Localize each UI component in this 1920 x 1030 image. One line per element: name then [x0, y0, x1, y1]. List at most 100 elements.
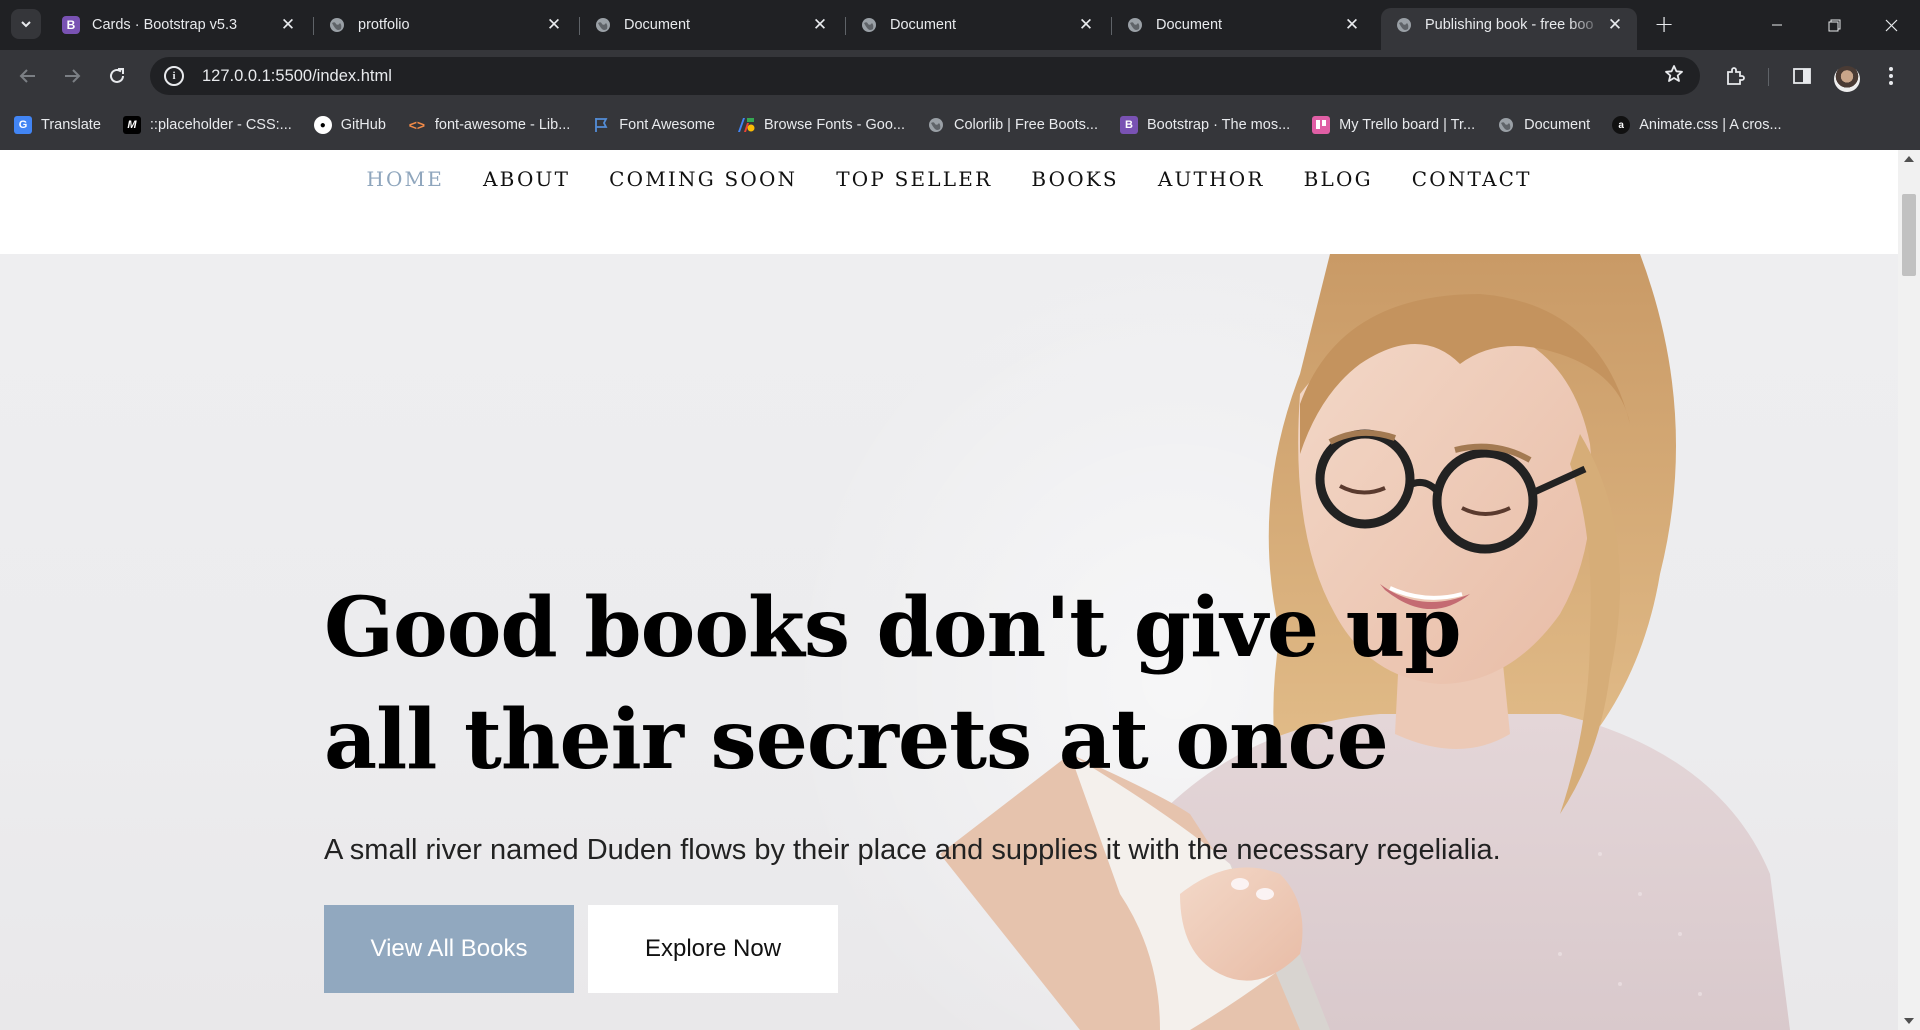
globe-icon: [594, 16, 612, 34]
url-text[interactable]: 127.0.0.1:5500/index.html: [202, 67, 392, 86]
globe-icon: [1497, 116, 1515, 134]
bookmark-label: Font Awesome: [619, 117, 715, 133]
scrollbar-thumb[interactable]: [1902, 194, 1916, 276]
bootstrap-icon: B: [1119, 116, 1138, 134]
plus-icon: +: [1653, 10, 1675, 38]
bookmark-item[interactable]: G Translate: [14, 116, 101, 134]
page-viewport: HOME ABOUT COMING SOON TOP SELLER BOOKS …: [0, 150, 1920, 1030]
nav-blog[interactable]: BLOG: [1304, 167, 1373, 197]
nav-contact[interactable]: CONTACT: [1412, 167, 1532, 197]
tab-title: Document: [624, 17, 691, 33]
hero-content: Good books don't give up all their secre…: [324, 572, 1624, 993]
bookmark-label: ::placeholder - CSS:...: [149, 117, 292, 133]
close-icon[interactable]: ✕: [278, 15, 298, 35]
bookmark-item[interactable]: M ::placeholder - CSS:...: [122, 116, 292, 134]
bookmark-item[interactable]: My Trello board | Tr...: [1312, 116, 1475, 134]
nav-author[interactable]: AUTHOR: [1158, 167, 1265, 197]
bookmark-item[interactable]: ● GitHub: [313, 116, 386, 134]
hero-title: Good books don't give up all their secre…: [324, 572, 1624, 796]
close-icon[interactable]: ✕: [1076, 15, 1096, 35]
restore-icon: [1828, 19, 1840, 31]
globe-icon: [1126, 16, 1144, 34]
bookmark-label: Document: [1524, 117, 1591, 133]
tab-search-button[interactable]: [11, 9, 41, 39]
bookmark-label: My Trello board | Tr...: [1339, 117, 1476, 133]
close-window-button[interactable]: [1862, 0, 1920, 50]
bookmark-label: Translate: [41, 117, 101, 133]
bookmark-item[interactable]: Browse Fonts - Goo...: [737, 116, 905, 134]
tab-5-active[interactable]: Publishing book - free boo ✕: [1381, 8, 1637, 50]
bookmark-item[interactable]: <> font-awesome - Lib...: [408, 116, 571, 134]
site-navbar: HOME ABOUT COMING SOON TOP SELLER BOOKS …: [0, 150, 1898, 254]
tab-title: Cards · Bootstrap v5.3: [92, 17, 238, 33]
trello-icon: [1312, 116, 1331, 134]
address-bar[interactable]: i 127.0.0.1:5500/index.html: [150, 57, 1700, 95]
browser-toolbar: i 127.0.0.1:5500/index.html: [0, 50, 1920, 100]
arrow-left-icon: [19, 69, 35, 83]
new-tab-button[interactable]: +: [1650, 10, 1678, 38]
explore-now-button[interactable]: Explore Now: [588, 905, 838, 993]
mdn-icon: M: [122, 116, 141, 134]
globe-icon: [328, 16, 346, 34]
arrow-right-icon: [65, 69, 81, 83]
tab-title: Publishing book - free boo: [1425, 17, 1594, 33]
browser-tab-bar: B Cards · Bootstrap v5.3 ✕ protfolio ✕ D…: [0, 0, 1920, 50]
more-vert-icon: [1889, 67, 1893, 85]
bookmark-item[interactable]: Font Awesome: [592, 116, 715, 134]
page-scrollbar[interactable]: [1898, 150, 1920, 1030]
tab-3[interactable]: Document ✕: [846, 8, 1108, 42]
reload-button[interactable]: [101, 60, 133, 92]
bookmark-item[interactable]: Colorlib | Free Boots...: [927, 116, 1098, 134]
browser-menu-button[interactable]: [1876, 61, 1906, 91]
forward-button[interactable]: [56, 60, 88, 92]
bookmark-label: Browse Fonts - Goo...: [763, 117, 905, 133]
reload-icon: [110, 68, 124, 83]
close-icon[interactable]: ✕: [544, 15, 564, 35]
bookmark-item[interactable]: B Bootstrap · The mos...: [1119, 116, 1291, 134]
github-icon: ●: [313, 116, 332, 134]
globe-icon: [927, 116, 945, 134]
tab-title: Document: [890, 17, 957, 33]
back-button[interactable]: [12, 60, 44, 92]
globe-icon: [860, 16, 878, 34]
bookmark-item[interactable]: a Animate.css | A cros...: [1612, 116, 1782, 134]
bookmark-label: Bootstrap · The mos...: [1146, 117, 1291, 133]
side-panel-icon: [1793, 68, 1811, 84]
view-all-books-button[interactable]: View All Books: [324, 905, 574, 993]
tab-0[interactable]: B Cards · Bootstrap v5.3 ✕: [48, 8, 310, 42]
bookmark-star-icon[interactable]: [1664, 64, 1684, 89]
minimize-icon: [1772, 24, 1782, 26]
google-translate-icon: G: [14, 116, 32, 134]
close-icon[interactable]: ✕: [1342, 15, 1362, 35]
scroll-down-arrow-icon[interactable]: [1904, 1018, 1914, 1024]
side-panel-button[interactable]: [1787, 61, 1817, 91]
minimize-button[interactable]: [1748, 0, 1806, 50]
bookmark-item[interactable]: Document: [1497, 116, 1590, 134]
profile-avatar[interactable]: [1834, 66, 1860, 92]
chevron-down-icon: [21, 21, 31, 28]
nav-coming-soon[interactable]: COMING SOON: [609, 167, 797, 197]
nav-about[interactable]: ABOUT: [483, 167, 570, 197]
close-icon[interactable]: ✕: [1605, 15, 1625, 35]
tab-1[interactable]: protfolio ✕: [314, 8, 576, 42]
tab-title: Document: [1156, 17, 1223, 33]
nav-home[interactable]: HOME: [366, 167, 444, 197]
puzzle-icon: [1727, 67, 1745, 85]
site-info-icon[interactable]: i: [164, 66, 184, 86]
close-icon[interactable]: ✕: [810, 15, 830, 35]
restore-button[interactable]: [1805, 0, 1863, 50]
nav-books[interactable]: BOOKS: [1031, 167, 1119, 197]
hero-subtitle: A small river named Duden flows by their…: [324, 834, 1501, 866]
bootstrap-icon: B: [62, 16, 80, 34]
extensions-button[interactable]: [1720, 61, 1750, 91]
bookmark-label: Animate.css | A cros...: [1639, 117, 1782, 133]
bookmark-label: Colorlib | Free Boots...: [953, 117, 1098, 133]
tab-2[interactable]: Document ✕: [580, 8, 842, 42]
code-icon: <>: [408, 117, 426, 133]
nav-top-seller[interactable]: TOP SELLER: [836, 167, 992, 197]
animate-icon: a: [1612, 116, 1631, 134]
bookmark-label: GitHub: [340, 117, 386, 133]
toolbar-divider: [1768, 68, 1769, 86]
tab-4[interactable]: Document ✕: [1112, 8, 1374, 42]
scroll-up-arrow-icon[interactable]: [1904, 156, 1914, 162]
